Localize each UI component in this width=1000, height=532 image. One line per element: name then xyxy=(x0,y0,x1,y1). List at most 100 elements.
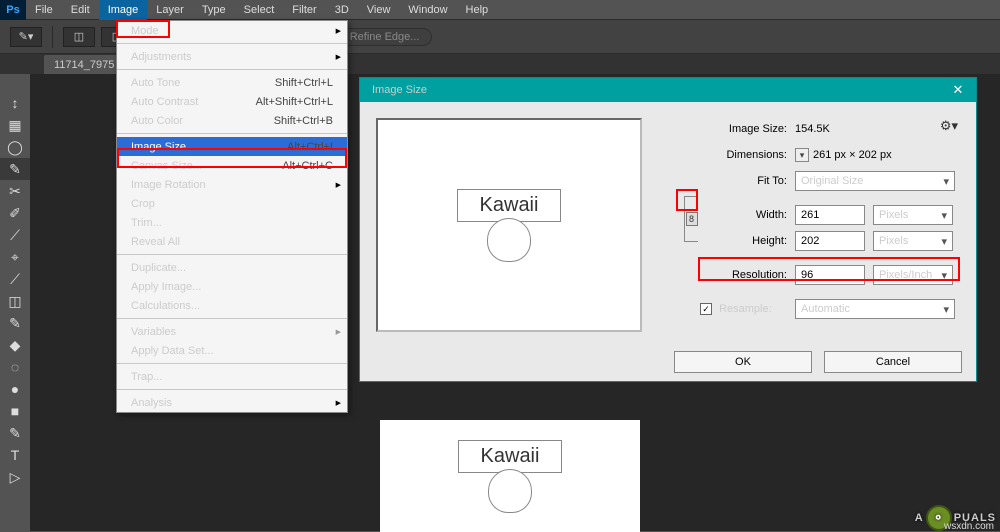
tool-crop[interactable]: ✂ xyxy=(0,180,30,202)
tools-panel: ↕ ▦ ◯ ✎ ✂ ✐ ⟋ ⌖ ⟋ ◫ ✎ ◆ ◌ ● ■ ✎ T ▷ xyxy=(0,74,30,488)
tool-type[interactable]: T xyxy=(0,444,30,466)
tool-healing[interactable]: ⟋ xyxy=(0,224,30,246)
cancel-button[interactable]: Cancel xyxy=(824,351,962,373)
menu-separator xyxy=(117,254,347,255)
fit-to-select[interactable]: Original Size xyxy=(795,171,955,191)
height-input[interactable] xyxy=(795,231,865,251)
tool-stamp[interactable]: ⟋ xyxy=(0,268,30,290)
watermark-domain: wsxdn.com xyxy=(944,521,994,532)
menu-item-label: Analysis xyxy=(131,397,172,409)
resolution-unit-select[interactable]: Pixels/Inch xyxy=(873,265,953,285)
width-input[interactable] xyxy=(795,205,865,225)
canvas-character xyxy=(488,469,532,513)
menu-item-shortcut: Alt+Shift+Ctrl+L xyxy=(256,96,333,108)
resample-select[interactable]: Automatic xyxy=(795,299,955,319)
menu-item-label: Adjustments xyxy=(131,51,192,63)
menu-separator xyxy=(117,133,347,134)
menu-window[interactable]: Window xyxy=(399,0,456,20)
menu-item-auto-color[interactable]: Auto ColorShift+Ctrl+B xyxy=(117,111,347,130)
menu-item-canvas-size-[interactable]: Canvas Size...Alt+Ctrl+C xyxy=(117,156,347,175)
height-label: Height: xyxy=(660,235,795,247)
menu-3d[interactable]: 3D xyxy=(326,0,358,20)
tool-move[interactable]: ↕ xyxy=(0,92,30,114)
menu-item-image-size-[interactable]: Image Size...Alt+Ctrl+I xyxy=(117,137,347,156)
dialog-titlebar[interactable]: Image Size xyxy=(360,78,976,102)
menu-help[interactable]: Help xyxy=(457,0,498,20)
preview-character xyxy=(487,218,531,262)
menu-edit[interactable]: Edit xyxy=(62,0,99,20)
height-unit-select[interactable]: Pixels xyxy=(873,231,953,251)
menu-item-label: Auto Tone xyxy=(131,77,180,89)
width-unit-select[interactable]: Pixels xyxy=(873,205,953,225)
tool-marquee[interactable]: ▦ xyxy=(0,114,30,136)
menu-select[interactable]: Select xyxy=(235,0,284,20)
menu-item-label: Image Rotation xyxy=(131,179,206,191)
menu-item-label: Variables xyxy=(131,326,176,338)
link-icon: 8 xyxy=(686,212,698,226)
menu-item-auto-tone[interactable]: Auto ToneShift+Ctrl+L xyxy=(117,73,347,92)
menu-item-label: Canvas Size... xyxy=(131,160,202,172)
option-icon-1[interactable]: ◫ xyxy=(63,27,95,47)
refine-edge-button[interactable]: Refine Edge... xyxy=(337,28,433,46)
tool-lasso[interactable]: ◯ xyxy=(0,136,30,158)
resolution-input[interactable] xyxy=(795,265,865,285)
menu-item-label: Image Size... xyxy=(131,141,195,153)
dialog-close-button[interactable]: ✕ xyxy=(940,78,976,102)
preview-image: Kawaii xyxy=(457,189,562,262)
menu-image[interactable]: Image xyxy=(99,0,148,20)
menu-item-analysis[interactable]: Analysis xyxy=(117,393,347,412)
menu-item-adjustments[interactable]: Adjustments xyxy=(117,47,347,66)
dialog-body: Kawaii ⚙▾ Image Size: 154.5K Dimensions:… xyxy=(360,102,976,381)
tool-pen2[interactable]: ✎ xyxy=(0,422,30,444)
menu-item-trim-[interactable]: Trim... xyxy=(117,213,347,232)
menubar: Ps File Edit Image Layer Type Select Fil… xyxy=(0,0,1000,20)
menu-item-calculations-[interactable]: Calculations... xyxy=(117,296,347,315)
menu-item-auto-contrast[interactable]: Auto Contrast Alt+Shift+Ctrl+L xyxy=(117,92,347,111)
menu-item-label: Auto Contrast xyxy=(131,96,198,108)
tool-path[interactable]: ▷ xyxy=(0,466,30,488)
menu-item-crop: Crop xyxy=(117,194,347,213)
menu-item-apply-image-[interactable]: Apply Image... xyxy=(117,277,347,296)
tool-history-brush[interactable]: ◫ xyxy=(0,290,30,312)
tool-dodge[interactable]: ● xyxy=(0,378,30,400)
menu-item-mode[interactable]: Mode xyxy=(117,21,347,40)
menu-item-variables: Variables xyxy=(117,322,347,341)
menu-item-label: Trim... xyxy=(131,217,162,229)
menu-item-duplicate-[interactable]: Duplicate... xyxy=(117,258,347,277)
fit-to-label: Fit To: xyxy=(660,175,795,187)
tool-preset-icon[interactable]: ✎▾ xyxy=(10,27,42,47)
dimensions-unit-icon[interactable]: ▾ xyxy=(795,148,809,162)
menu-layer[interactable]: Layer xyxy=(147,0,193,20)
ok-button[interactable]: OK xyxy=(674,351,812,373)
menu-item-reveal-all: Reveal All xyxy=(117,232,347,251)
menu-item-trap-: Trap... xyxy=(117,367,347,386)
menu-separator xyxy=(117,389,347,390)
menu-item-label: Apply Data Set... xyxy=(131,345,214,357)
menu-item-apply-data-set-: Apply Data Set... xyxy=(117,341,347,360)
tool-eyedropper[interactable]: ✐ xyxy=(0,202,30,224)
menu-filter[interactable]: Filter xyxy=(283,0,325,20)
tool-brush[interactable]: ⌖ xyxy=(0,246,30,268)
dimensions-value: 261 px × 202 px xyxy=(813,149,892,161)
tool-gradient[interactable]: ◆ xyxy=(0,334,30,356)
menu-view[interactable]: View xyxy=(358,0,400,20)
tool-blur[interactable]: ◌ xyxy=(0,356,30,378)
photoshop-logo: Ps xyxy=(0,0,26,20)
tool-quick-select[interactable]: ✎ xyxy=(0,158,30,180)
resample-checkbox[interactable]: ✓ xyxy=(700,303,712,315)
dimensions-label: Dimensions: xyxy=(660,149,795,161)
menu-item-label: Apply Image... xyxy=(131,281,201,293)
image-size-value: 154.5K xyxy=(795,123,830,135)
menu-file[interactable]: File xyxy=(26,0,62,20)
menu-item-label: Reveal All xyxy=(131,236,180,248)
constrain-link[interactable]: 8 xyxy=(684,196,698,242)
preview-sign: Kawaii xyxy=(457,189,562,222)
image-menu-dropdown: ModeAdjustmentsAuto ToneShift+Ctrl+LAuto… xyxy=(116,20,348,413)
canvas-image: Kawaii xyxy=(380,420,640,532)
tool-pen[interactable]: ■ xyxy=(0,400,30,422)
menu-type[interactable]: Type xyxy=(193,0,235,20)
tool-eraser[interactable]: ✎ xyxy=(0,312,30,334)
image-size-label: Image Size: xyxy=(660,123,795,135)
image-preview: Kawaii xyxy=(376,118,642,332)
menu-item-image-rotation[interactable]: Image Rotation xyxy=(117,175,347,194)
